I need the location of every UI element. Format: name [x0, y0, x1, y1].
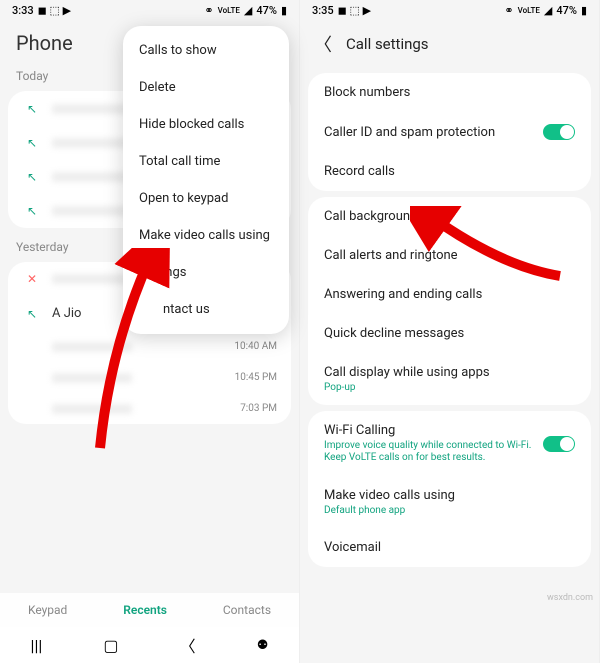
settings-group-2: Call background Call alerts and ringtone…: [308, 197, 591, 405]
redacted-name: [52, 104, 132, 114]
volte-icon: VoLTE: [218, 6, 240, 15]
setting-decline-messages[interactable]: Quick decline messages: [308, 314, 591, 353]
wifi-calling-toggle[interactable]: [543, 436, 575, 452]
menu-total-time[interactable]: Total call time: [123, 143, 289, 180]
setting-caller-id[interactable]: Caller ID and spam protection: [308, 112, 591, 152]
setting-voicemail[interactable]: Voicemail: [308, 528, 591, 567]
home-nav-icon[interactable]: ▢: [103, 636, 118, 655]
bottom-tabs: Keypad Recents Contacts: [0, 593, 299, 627]
status-bar-right: 3:35 ◼ ⬚ ▶ ⚭ VoLTE ◢ 47% ▮: [300, 0, 599, 21]
back-icon[interactable]: 〈: [314, 31, 332, 57]
overflow-menu: Calls to show Delete Hide blocked calls …: [123, 26, 289, 334]
accessibility-icon[interactable]: ⚉: [257, 638, 269, 653]
battery-text: 47%: [556, 4, 577, 17]
setting-wifi-calling[interactable]: Wi-Fi Calling Improve voice quality whil…: [308, 411, 591, 476]
menu-contact-us[interactable]: ntact us: [123, 291, 289, 328]
battery-icon: ▮: [281, 4, 287, 17]
setting-call-background[interactable]: Call background: [308, 197, 591, 236]
setting-call-alerts[interactable]: Call alerts and ringtone: [308, 236, 591, 275]
bluetooth-icon: ⚭: [204, 4, 213, 17]
volte-icon: VoLTE: [518, 6, 540, 15]
watermark: wsxdn.com: [547, 593, 593, 603]
status-time: 3:35: [312, 4, 334, 17]
setting-record-calls[interactable]: Record calls: [308, 152, 591, 191]
tab-contacts[interactable]: Contacts: [223, 603, 271, 617]
status-bar-left: 3:33 ◼ ⬚ ▶ ⚭ VoLTE ◢ 47% ▮: [0, 0, 299, 21]
status-time: 3:33: [12, 4, 34, 17]
battery-icon: ▮: [581, 4, 587, 17]
menu-calls-to-show[interactable]: Calls to show: [123, 32, 289, 69]
setting-video-calls-using[interactable]: Make video calls using Default phone app: [308, 476, 591, 528]
outgoing-icon: ↖: [22, 170, 42, 184]
menu-delete[interactable]: Delete: [123, 69, 289, 106]
android-navbar: ||| ▢ 〈 ⚉: [0, 627, 299, 663]
redacted-name: [52, 373, 132, 383]
setting-block-numbers[interactable]: Block numbers: [308, 73, 591, 112]
back-nav-icon[interactable]: 〈: [180, 633, 196, 657]
redacted-name: [52, 206, 132, 216]
call-row[interactable]: 10:40 AM: [8, 331, 291, 362]
phone-app-panel: 3:33 ◼ ⬚ ▶ ⚭ VoLTE ◢ 47% ▮ Phone Today ↖…: [0, 0, 300, 663]
setting-answering[interactable]: Answering and ending calls: [308, 275, 591, 314]
menu-video-calls[interactable]: Make video calls using: [123, 217, 289, 254]
settings-header: 〈 Call settings: [300, 21, 599, 67]
signal-icon: ◢: [244, 4, 252, 17]
call-time: 10:40 AM: [234, 341, 277, 352]
outgoing-icon: ↖: [22, 136, 42, 150]
settings-group-3: Wi-Fi Calling Improve voice quality whil…: [308, 411, 591, 567]
call-time: 7:03 PM: [240, 403, 277, 414]
call-row[interactable]: 7:03 PM: [8, 393, 291, 424]
status-app-icons: ◼ ⬚ ▶: [338, 4, 371, 17]
redacted-name: [52, 172, 132, 182]
status-app-icons: ◼ ⬚ ▶: [38, 4, 71, 17]
redacted-name: [52, 404, 132, 414]
outgoing-icon: ↖: [22, 204, 42, 218]
caller-id-toggle[interactable]: [543, 124, 575, 140]
outgoing-icon: ↖: [22, 102, 42, 116]
signal-icon: ◢: [544, 4, 552, 17]
menu-open-keypad[interactable]: Open to keypad: [123, 180, 289, 217]
outgoing-icon: ↖: [22, 307, 42, 321]
settings-group-1: Block numbers Caller ID and spam protect…: [308, 73, 591, 191]
menu-settings[interactable]: Settings: [123, 254, 289, 291]
redacted-name: [52, 274, 132, 284]
call-time: 10:45 PM: [235, 372, 277, 383]
contact-icon: ✕: [22, 272, 42, 286]
menu-hide-blocked[interactable]: Hide blocked calls: [123, 106, 289, 143]
redacted-name: [52, 342, 132, 352]
page-title: Call settings: [346, 35, 429, 53]
tab-keypad[interactable]: Keypad: [28, 603, 67, 617]
tab-recents[interactable]: Recents: [123, 603, 167, 617]
call-row[interactable]: 10:45 PM: [8, 362, 291, 393]
redacted-name: [52, 138, 132, 148]
call-settings-panel: 3:35 ◼ ⬚ ▶ ⚭ VoLTE ◢ 47% ▮ 〈 Call settin…: [300, 0, 600, 663]
setting-call-display[interactable]: Call display while using apps Pop-up: [308, 353, 591, 405]
recents-nav-icon[interactable]: |||: [31, 636, 43, 655]
bluetooth-icon: ⚭: [504, 4, 513, 17]
battery-text: 47%: [256, 4, 277, 17]
